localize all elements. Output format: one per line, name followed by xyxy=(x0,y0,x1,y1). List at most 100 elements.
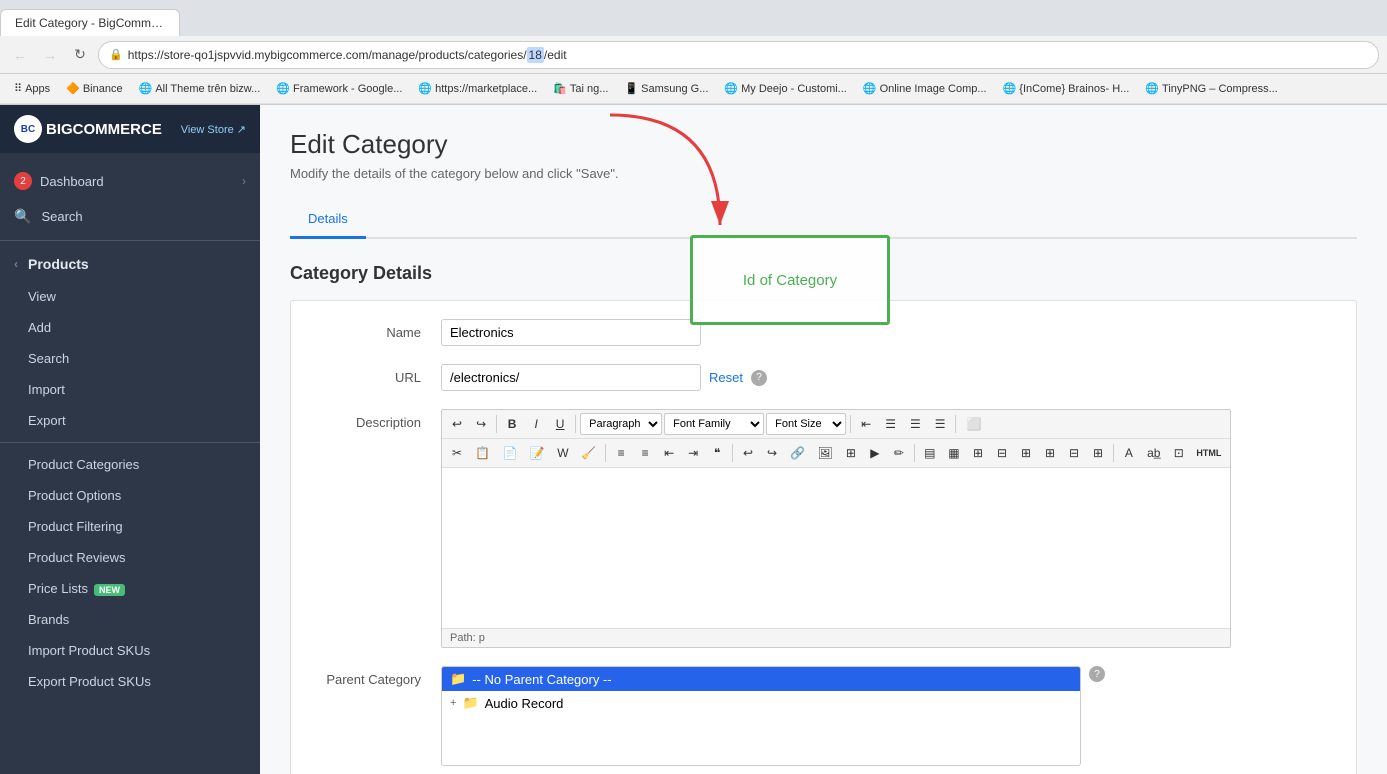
bookmark-samsung[interactable]: 📱 Samsung G... xyxy=(618,80,714,97)
help-icon[interactable]: ? xyxy=(751,370,767,386)
sidebar-item-product-categories[interactable]: Product Categories xyxy=(0,449,260,480)
rte-table-btn[interactable]: ⊞ xyxy=(840,442,862,464)
rte-fontcolor-btn[interactable]: A xyxy=(1118,442,1140,464)
rte-cut-btn[interactable]: ✂ xyxy=(446,442,468,464)
name-input[interactable] xyxy=(441,319,701,346)
sidebar-item-product-filtering[interactable]: Product Filtering xyxy=(0,511,260,542)
bookmark-imagecomp[interactable]: 🌐 Online Image Comp... xyxy=(857,80,993,97)
rte-paste-text-btn[interactable]: 📝 xyxy=(525,442,550,464)
rte-ol-btn[interactable]: ≡ xyxy=(634,442,656,464)
parent-category-select[interactable]: 📁 -- No Parent Category -- + 📁 Audio Rec… xyxy=(441,666,1081,766)
rte-indent-btn[interactable]: ⇥ xyxy=(682,442,704,464)
rte-undo2-btn[interactable]: ↩ xyxy=(737,442,759,464)
rte-image-btn[interactable]: 🖼 xyxy=(812,442,838,464)
dashboard-badge: 2 xyxy=(14,172,32,190)
rte-clean-btn[interactable]: 🧹 xyxy=(576,442,601,464)
active-tab[interactable]: Edit Category - BigCommerce xyxy=(0,9,180,36)
rte-body[interactable] xyxy=(442,468,1230,628)
rte-col3-btn[interactable]: ⊞ xyxy=(967,442,989,464)
rte-border-btn[interactable]: ⊡ xyxy=(1168,442,1190,464)
sidebar-item-search[interactable]: Search xyxy=(0,343,260,374)
rich-text-editor: ↩ ↪ B I U Paragraph Heading 1 Heading 2 xyxy=(441,409,1231,648)
tab-details[interactable]: Details xyxy=(290,201,366,239)
sidebar-item-export[interactable]: Export xyxy=(0,405,260,436)
sidebar-item-products[interactable]: ‹ Products xyxy=(0,247,260,281)
sidebar-nav: 2 Dashboard › 🔍 Search ‹ Products View A… xyxy=(0,153,260,707)
sidebar-item-import[interactable]: Import xyxy=(0,374,260,405)
rte-link-btn[interactable]: 🔗 xyxy=(785,442,810,464)
rte-blockquote-btn[interactable]: ❝ xyxy=(706,442,728,464)
rte-ul-btn[interactable]: ≡ xyxy=(610,442,632,464)
bookmark-mydeejo[interactable]: 🌐 My Deejo - Customi... xyxy=(718,80,852,97)
rte-align-center-btn[interactable]: ☰ xyxy=(879,413,902,435)
bookmark-apps[interactable]: ⠿ Apps xyxy=(8,80,56,97)
chevron-right-icon: › xyxy=(242,174,246,188)
bookmark-binance[interactable]: 🔶 Binance xyxy=(60,80,128,97)
rte-col5-btn[interactable]: ⊞ xyxy=(1015,442,1037,464)
parent-category-row: Parent Category 📁 -- No Parent Category … xyxy=(291,666,1356,774)
back-button[interactable]: ← xyxy=(8,43,32,67)
rte-underline-btn[interactable]: U xyxy=(549,413,571,435)
rte-fontfamily-select[interactable]: Font Family Arial Times New Roman xyxy=(664,413,764,435)
parent-category-help-icon[interactable]: ? xyxy=(1089,666,1105,682)
rte-redo2-btn[interactable]: ↪ xyxy=(761,442,783,464)
rte-col7-btn[interactable]: ⊟ xyxy=(1063,442,1085,464)
rte-paste-word-btn[interactable]: W xyxy=(552,442,574,464)
rte-redo-btn[interactable]: ↪ xyxy=(470,413,492,435)
rte-col6-btn[interactable]: ⊞ xyxy=(1039,442,1061,464)
forward-button[interactable]: → xyxy=(38,43,62,67)
sidebar-item-export-skus[interactable]: Export Product SKUs xyxy=(0,666,260,697)
bookmark-income[interactable]: 🌐 {InCome} Brainos- H... xyxy=(997,80,1136,97)
plus-icon: + xyxy=(450,697,456,709)
rte-paragraph-select[interactable]: Paragraph Heading 1 Heading 2 xyxy=(580,413,662,435)
rte-undo-btn[interactable]: ↩ xyxy=(446,413,468,435)
sidebar-item-add[interactable]: Add xyxy=(0,312,260,343)
bookmark-tinypng[interactable]: 🌐 TinyPNG – Compress... xyxy=(1139,80,1283,97)
sidebar-item-price-lists[interactable]: Price ListsNEW xyxy=(0,573,260,604)
browser-tabs: Edit Category - BigCommerce xyxy=(0,0,1387,36)
view-store-link[interactable]: View Store ↗ xyxy=(181,123,246,136)
subtitle-suffix: . xyxy=(615,166,619,181)
sidebar-item-product-options[interactable]: Product Options xyxy=(0,480,260,511)
sidebar-item-view[interactable]: View xyxy=(0,281,260,312)
parent-cat-option-audio[interactable]: + 📁 Audio Record xyxy=(442,691,1080,715)
divider-1 xyxy=(0,240,260,241)
rte-align-justify-btn[interactable]: ☰ xyxy=(929,413,952,435)
bookmark-taing[interactable]: 🛍️ Tai ng... xyxy=(547,80,614,97)
rte-outdent-btn[interactable]: ⇤ xyxy=(658,442,680,464)
rte-edit-btn[interactable]: ✏ xyxy=(888,442,910,464)
sidebar-item-import-skus[interactable]: Import Product SKUs xyxy=(0,635,260,666)
parent-cat-option-no-parent[interactable]: 📁 -- No Parent Category -- xyxy=(442,667,1080,691)
rte-col4-btn[interactable]: ⊟ xyxy=(991,442,1013,464)
rte-bgcolor-btn[interactable]: ab̲ xyxy=(1142,442,1166,464)
rte-copy-btn[interactable]: 📋 xyxy=(470,442,495,464)
rte-italic-btn[interactable]: I xyxy=(525,413,547,435)
secure-icon: 🔒 xyxy=(109,48,123,61)
divider-2 xyxy=(0,442,260,443)
description-row: Description ↩ ↪ B I U Paragraph Heading … xyxy=(291,409,1356,648)
rte-col8-btn[interactable]: ⊞ xyxy=(1087,442,1109,464)
bookmark-marketplace[interactable]: 🌐 https://marketplace... xyxy=(412,80,543,97)
rte-html-btn[interactable]: HTML xyxy=(1192,442,1226,464)
app-container: BC BIGCOMMERCE View Store ↗ 2 Dashboard … xyxy=(0,105,1387,774)
rte-bold-btn[interactable]: B xyxy=(501,413,523,435)
sidebar-item-search[interactable]: 🔍 Search xyxy=(0,199,260,234)
rte-paste-btn[interactable]: 📄 xyxy=(497,442,522,464)
sidebar-item-brands[interactable]: Brands xyxy=(0,604,260,635)
bookmark-framework[interactable]: 🌐 Framework - Google... xyxy=(270,80,408,97)
rte-youtube-btn[interactable]: ▶ xyxy=(864,442,886,464)
sidebar-item-product-reviews[interactable]: Product Reviews xyxy=(0,542,260,573)
rte-align-left-btn[interactable]: ⇤ xyxy=(855,413,877,435)
sidebar-item-dashboard[interactable]: 2 Dashboard › xyxy=(0,163,260,199)
reset-link[interactable]: Reset xyxy=(709,370,743,385)
address-bar[interactable]: 🔒 https://store-qo1jspvvid.mybigcommerce… xyxy=(98,41,1379,69)
rte-col2-btn[interactable]: ▦ xyxy=(943,442,965,464)
rte-col1-btn[interactable]: ▤ xyxy=(919,442,941,464)
rte-fullscreen-btn[interactable]: ⬜ xyxy=(960,413,987,435)
url-input[interactable] xyxy=(441,364,701,391)
rte-align-right-btn[interactable]: ☰ xyxy=(904,413,927,435)
reload-button[interactable]: ↻ xyxy=(68,43,92,67)
rte-fontsize-select[interactable]: Font Size 8pt 10pt 12pt xyxy=(766,413,846,435)
bookmark-alltheme[interactable]: 🌐 All Theme trên bizw... xyxy=(133,80,267,97)
bc-logo-icon: BC xyxy=(14,115,42,143)
